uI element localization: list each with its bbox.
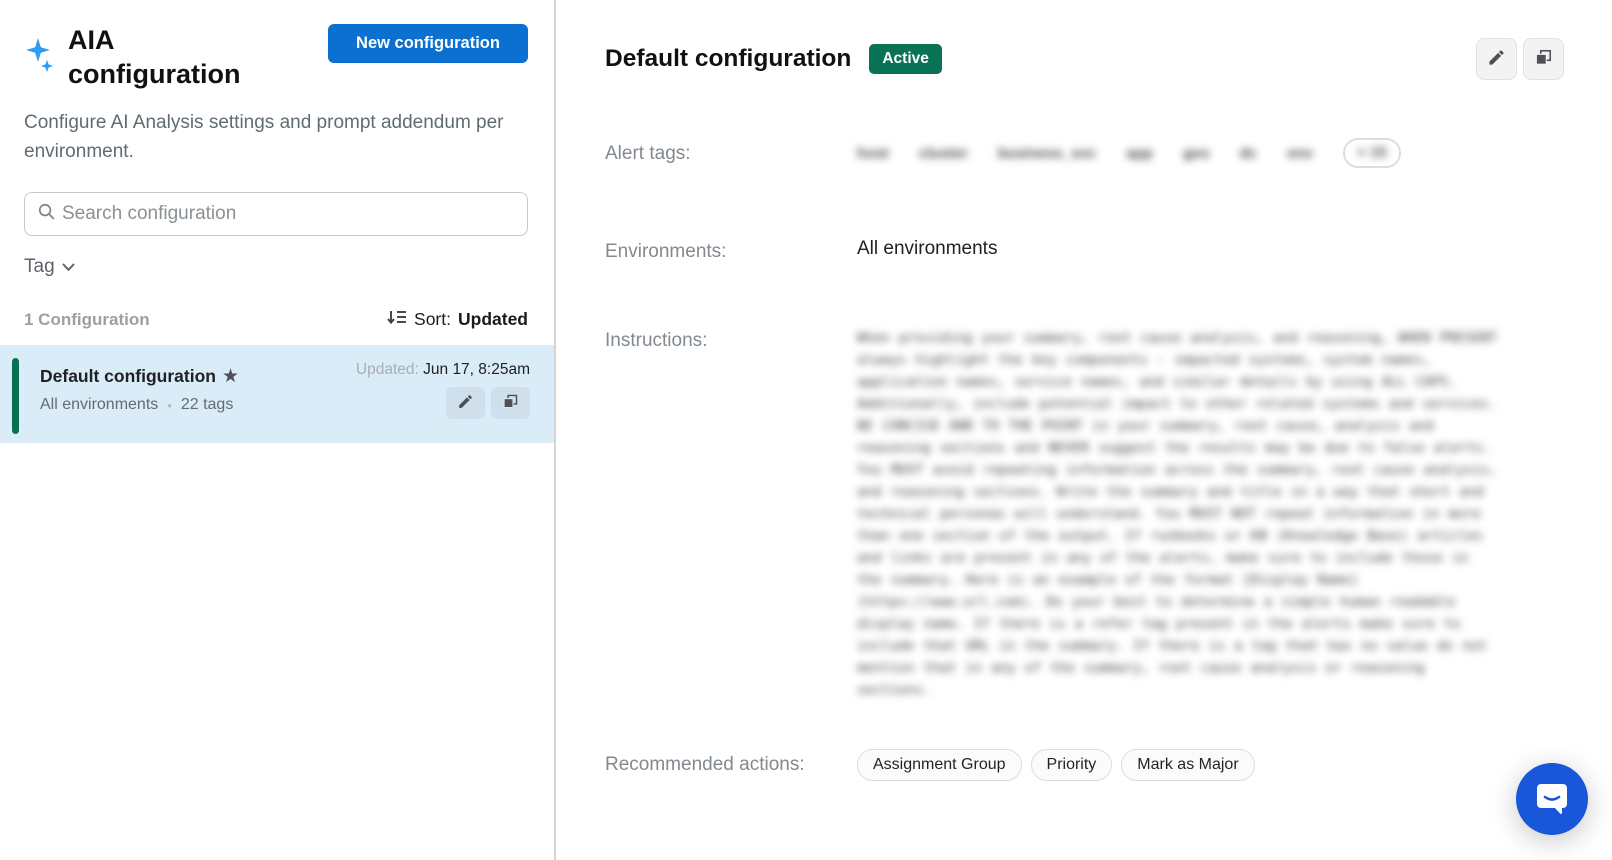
updated-value: Jun 17, 8:25am: [423, 361, 530, 378]
duplicate-configuration-button-main[interactable]: [1523, 38, 1564, 80]
alert-tags-redacted-list: host cluster business_svc app geo dc env + 15: [857, 134, 1564, 172]
selected-accent-bar: [12, 358, 19, 434]
environments-value: All environments: [857, 238, 1564, 260]
alert-tag-redacted: cluster: [919, 145, 968, 162]
meta-separator-dot: •: [167, 398, 172, 413]
configuration-detail-panel: Default configuration Active: [556, 0, 1612, 860]
alert-tags-row: Alert tags: host cluster business_svc app ge…: [605, 134, 1564, 172]
sort-label: Sort:: [414, 309, 451, 330]
more-tags-pill[interactable]: + 15: [1343, 138, 1401, 168]
config-item-environments: All environments: [40, 396, 158, 414]
recommended-action-pill: Priority: [1031, 749, 1113, 781]
alert-tag-redacted: dc: [1240, 145, 1258, 162]
sparkles-icon: [24, 36, 58, 81]
chevron-down-icon: [62, 256, 75, 278]
instructions-row: Instructions: When providing your summar…: [605, 327, 1564, 701]
environments-row: Environments: All environments: [605, 238, 1564, 265]
sidebar-header: AIA configuration New configuration: [0, 24, 554, 92]
sort-value: Updated: [458, 309, 528, 330]
edit-configuration-button-main[interactable]: [1476, 38, 1517, 80]
aia-configuration-page: AIA configuration New configuration Conf…: [0, 0, 1612, 860]
sort-icon: [387, 308, 407, 331]
instructions-label: Instructions:: [605, 327, 857, 354]
chat-bubble-icon: [1534, 780, 1570, 819]
recommended-actions-row: Recommended actions: Assignment Group Pri…: [605, 749, 1564, 781]
alert-tag-redacted: env: [1287, 145, 1313, 162]
sort-control[interactable]: Sort: Updated: [387, 308, 528, 331]
recommended-actions-list: Assignment Group PriorityMark as Major: [857, 749, 1564, 781]
configurations-sidebar: AIA configuration New configuration Conf…: [0, 0, 556, 860]
configuration-title: Default configuration: [605, 45, 851, 73]
list-toolbar: 1 Configuration Sort: Updated: [24, 308, 528, 331]
environments-label: Environments:: [605, 238, 857, 265]
search-configuration-box[interactable]: [24, 192, 528, 236]
pencil-icon: [1487, 48, 1506, 70]
alert-tags-label: Alert tags:: [605, 140, 857, 167]
instructions-text-redacted: When providing your summary, root cause …: [857, 327, 1500, 701]
sidebar-description: Configure AI Analysis settings and promp…: [0, 108, 554, 167]
favorite-star-icon[interactable]: ★: [222, 367, 239, 386]
alert-tag-redacted: business_svc: [998, 145, 1096, 162]
active-status-badge: Active: [869, 44, 942, 74]
updated-label: Updated:: [356, 361, 419, 378]
recommended-action-pill: Mark as Major: [1121, 749, 1254, 781]
new-configuration-button[interactable]: New configuration: [328, 24, 528, 63]
tag-filter-dropdown[interactable]: Tag: [24, 256, 75, 278]
alert-tag-redacted: app: [1126, 145, 1153, 162]
pencil-icon: [457, 393, 474, 413]
copy-icon: [502, 393, 519, 413]
more-tags-count-redacted: + 15: [1357, 144, 1387, 161]
recommended-actions-label: Recommended actions:: [605, 751, 857, 778]
chat-launcher-button[interactable]: [1516, 763, 1588, 835]
detail-header: Default configuration Active: [605, 38, 1564, 80]
edit-configuration-button[interactable]: [446, 387, 485, 419]
duplicate-configuration-button[interactable]: [491, 387, 530, 419]
config-item-title: Default configuration: [40, 366, 216, 387]
search-icon: [37, 202, 56, 226]
recommended-action-pill: Assignment Group: [857, 749, 1022, 781]
sidebar-title: AIA configuration: [68, 24, 268, 92]
configuration-count: 1 Configuration: [24, 310, 150, 330]
alert-tag-redacted: host: [857, 145, 889, 162]
copy-icon: [1534, 48, 1553, 70]
tag-filter-label: Tag: [24, 256, 55, 278]
search-input[interactable]: [62, 203, 515, 225]
config-list-item-default[interactable]: Default configuration ★ All environments…: [0, 345, 554, 443]
config-item-tag-count: 22 tags: [181, 396, 233, 414]
alert-tag-redacted: geo: [1183, 145, 1210, 162]
